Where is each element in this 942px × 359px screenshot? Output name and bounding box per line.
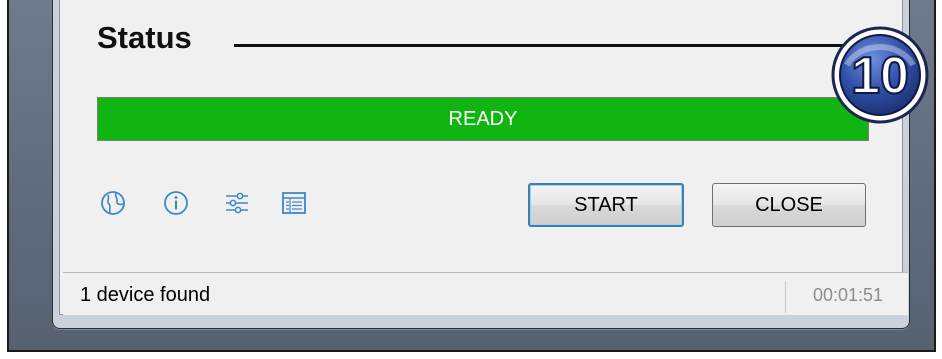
- status-bar-divider: [785, 281, 786, 313]
- badge-number: 10: [851, 47, 909, 105]
- step-number-badge: 10: [829, 13, 934, 131]
- progress-bar: READY: [97, 97, 869, 141]
- info-icon[interactable]: [163, 190, 189, 216]
- progress-label: READY: [448, 108, 518, 130]
- status-section-title: Status: [97, 20, 192, 55]
- status-bar: 1 device found 00:01:51: [63, 272, 908, 315]
- globe-icon[interactable]: [100, 190, 126, 216]
- log-table-icon[interactable]: [281, 190, 307, 216]
- start-button[interactable]: START: [528, 183, 684, 227]
- settings-sliders-icon[interactable]: [224, 190, 250, 216]
- elapsed-time: 00:01:51: [812, 285, 884, 305]
- close-button[interactable]: CLOSE: [712, 183, 866, 227]
- section-divider: [234, 44, 864, 47]
- status-message: 1 device found: [80, 284, 211, 306]
